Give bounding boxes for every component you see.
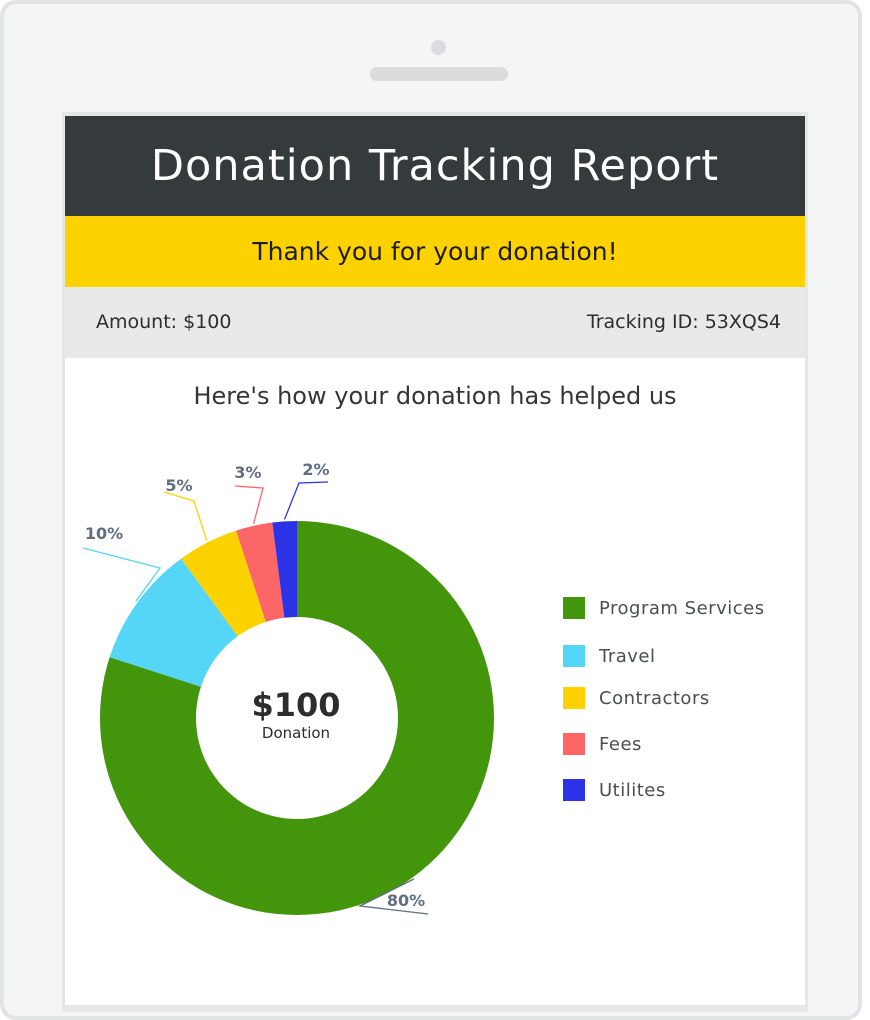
center-label: Donation [262, 724, 330, 742]
legend-item-contractors: Contractors [563, 687, 710, 709]
data-label-travel: 10% [85, 524, 123, 543]
legend-swatch [563, 779, 585, 801]
thank-you-banner: Thank you for your donation! [65, 216, 805, 287]
chart-title: Here's how your donation has helped us [193, 382, 677, 410]
leader-line-contractors [163, 491, 208, 541]
legend-label: Fees [599, 733, 642, 755]
legend-item-fees: Fees [563, 733, 642, 755]
data-label-utilites: 2% [302, 460, 329, 479]
page-title: Donation Tracking Report [150, 141, 720, 191]
legend-swatch [563, 687, 585, 709]
leader-line-fees [234, 485, 264, 524]
legend-item-travel: Travel [563, 645, 656, 667]
leader-line-utilites [283, 481, 329, 520]
legend-item-utilites: Utilites [563, 779, 666, 801]
legend-swatch [563, 645, 585, 667]
legend-label: Utilites [599, 779, 666, 801]
thank-you-message: Thank you for your donation! [252, 237, 618, 266]
center-amount: $100 [251, 686, 340, 724]
legend-item-program-services: Program Services [563, 597, 765, 619]
camera-icon [431, 40, 446, 55]
speaker-grille [370, 67, 508, 81]
donation-amount: Amount: $100 [96, 311, 232, 333]
data-label-contractors: 5% [165, 476, 192, 495]
legend-label: Contractors [599, 687, 710, 709]
legend-swatch [563, 733, 585, 755]
report-header: Donation Tracking Report [65, 116, 805, 216]
data-label-fees: 3% [234, 463, 261, 482]
data-label-program-services: 80% [387, 891, 425, 910]
tracking-id: Tracking ID: 53XQS4 [586, 311, 781, 333]
legend-label: Program Services [599, 597, 765, 619]
donation-info-bar: Amount: $100 Tracking ID: 53XQS4 [65, 287, 805, 358]
donation-donut-chart: 80% 10% 5% 3% 2% $100 Donation [82, 460, 494, 915]
legend-swatch [563, 597, 585, 619]
legend-label: Travel [599, 645, 656, 667]
